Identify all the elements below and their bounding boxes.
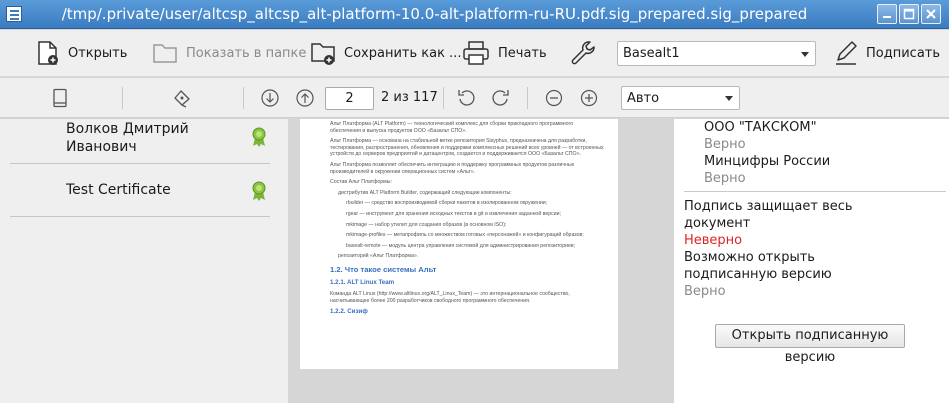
page-number-input[interactable]: 2 bbox=[325, 87, 374, 110]
doc-subheading: 1.2.2. Сизиф bbox=[330, 308, 368, 316]
signature-tool-icon[interactable] bbox=[172, 88, 192, 108]
zoom-out-icon[interactable] bbox=[544, 88, 564, 108]
save-folder-icon bbox=[311, 43, 335, 65]
doc-list-item: basealt-remote — модуль центра управлени… bbox=[346, 242, 576, 249]
chevron-down-icon bbox=[725, 96, 733, 101]
chevron-down-icon bbox=[801, 51, 809, 57]
certificate-select[interactable]: Basealt1 bbox=[617, 41, 816, 66]
doc-list-item: репозиторий «Альт Платформа». bbox=[338, 253, 419, 260]
doc-list-item: mkimage-profiles — метапрофиль со множес… bbox=[346, 232, 584, 239]
maximize-button[interactable] bbox=[899, 4, 919, 24]
maximize-icon bbox=[903, 8, 915, 20]
signature-name: Волков Дмитрий Иванович bbox=[66, 121, 189, 155]
doc-paragraph: Альт Платформа позволяет обеспечить инте… bbox=[330, 161, 575, 175]
document-page: Альт Платформа (ALT Platform) — технолог… bbox=[300, 119, 618, 369]
open-button[interactable]: Открыть bbox=[36, 38, 127, 68]
signed-version-status: Верно bbox=[684, 284, 726, 299]
doc-list-item: rbuilder — средство воспроизводимой сбор… bbox=[346, 200, 548, 207]
folder-icon bbox=[153, 44, 177, 63]
signed-version-label: Возможно открыть подписанную версию bbox=[684, 250, 832, 282]
doc-paragraph: Альт Платформа (ALT Platform) — технолог… bbox=[330, 121, 574, 134]
book-icon[interactable] bbox=[51, 88, 69, 108]
separator bbox=[443, 87, 444, 109]
document-view[interactable]: Альт Платформа (ALT Platform) — технолог… bbox=[288, 119, 674, 403]
whole-document-status: Неверно bbox=[684, 233, 743, 248]
show-in-folder-button[interactable]: Показать в папке bbox=[152, 38, 306, 68]
title-bar: /tmp/.private/user/altcsp_altcsp_alt-pla… bbox=[0, 0, 949, 29]
pen-icon bbox=[836, 41, 857, 65]
settings-button[interactable] bbox=[569, 38, 597, 68]
open-file-icon bbox=[38, 41, 58, 65]
rotate-left-icon[interactable] bbox=[456, 88, 476, 108]
printer-icon bbox=[463, 41, 489, 65]
issuer-name: ООО "ТАКСКОМ" bbox=[704, 120, 817, 135]
sign-button[interactable]: Подписать bbox=[834, 38, 940, 68]
window-title: /tmp/.private/user/altcsp_altcsp_alt-pla… bbox=[61, 5, 808, 23]
doc-subheading: 1.2.1. ALT Linux Team bbox=[330, 278, 395, 286]
separator bbox=[122, 87, 123, 109]
navigation-toolbar: 2 из 117 Авто bbox=[0, 78, 949, 118]
issuer-name: Минцифры России bbox=[704, 154, 831, 169]
zoom-in-icon[interactable] bbox=[579, 88, 599, 108]
sign-label: Подписать bbox=[866, 45, 941, 61]
previous-page-icon[interactable] bbox=[295, 88, 315, 108]
doc-paragraph: Состав Альт Платформы: bbox=[330, 179, 392, 186]
zoom-value: Авто bbox=[627, 90, 660, 106]
valid-badge-icon bbox=[252, 127, 266, 147]
issuer-status: Верно bbox=[704, 137, 746, 152]
save-as-label: Сохранить как ... bbox=[344, 45, 462, 61]
next-page-icon[interactable] bbox=[260, 88, 280, 108]
doc-paragraph: Команда ALT Linux (http://www.altlinux.o… bbox=[330, 291, 570, 304]
signatures-panel: Волков Дмитрий Иванович Test Certificate bbox=[0, 119, 288, 403]
minimize-button[interactable] bbox=[877, 4, 897, 24]
main-toolbar: Открыть Показать в папке Сохранить как .… bbox=[0, 30, 949, 77]
doc-paragraph: Альт Платформа — основана на стабильной … bbox=[330, 138, 604, 158]
doc-list-item: rgear — инструмент для хранения исходных… bbox=[346, 210, 561, 217]
show-in-folder-label: Показать в папке bbox=[186, 45, 307, 61]
save-as-button[interactable]: Сохранить как ... bbox=[310, 38, 461, 68]
print-button[interactable]: Печать bbox=[462, 38, 547, 68]
whole-document-label: Подпись защищает весь документ bbox=[684, 199, 853, 231]
wrench-icon bbox=[571, 41, 595, 65]
certificate-value: Basealt1 bbox=[623, 46, 680, 61]
print-label: Печать bbox=[498, 45, 547, 61]
divider bbox=[684, 191, 946, 192]
open-signed-version-button[interactable]: Открыть подписанную версию bbox=[715, 324, 905, 365]
close-button[interactable] bbox=[921, 4, 941, 24]
close-icon bbox=[926, 9, 936, 19]
separator bbox=[243, 87, 244, 109]
signature-details-panel: ООО "ТАКСКОМ" Верно Минцифры России Верн… bbox=[674, 119, 949, 403]
doc-list-item: дистрибутив ALT Platform Builder, содерж… bbox=[338, 189, 512, 196]
page-counter: 2 из 117 bbox=[381, 90, 438, 105]
minimize-icon bbox=[883, 16, 891, 18]
signature-item[interactable]: Test Certificate bbox=[10, 164, 270, 217]
rotate-right-icon[interactable] bbox=[491, 88, 511, 108]
doc-heading: 1.2. Что такое системы Альт bbox=[330, 264, 437, 274]
signature-item[interactable]: Волков Дмитрий Иванович bbox=[10, 119, 270, 164]
doc-list-item: mkimage — набор утилит для создания обра… bbox=[346, 221, 507, 228]
signature-name: Test Certificate bbox=[66, 182, 171, 198]
issuer-status: Верно bbox=[704, 171, 746, 186]
zoom-select[interactable]: Авто bbox=[621, 86, 740, 110]
separator bbox=[527, 87, 528, 109]
valid-badge-icon bbox=[252, 181, 266, 201]
open-label: Открыть bbox=[68, 45, 128, 61]
